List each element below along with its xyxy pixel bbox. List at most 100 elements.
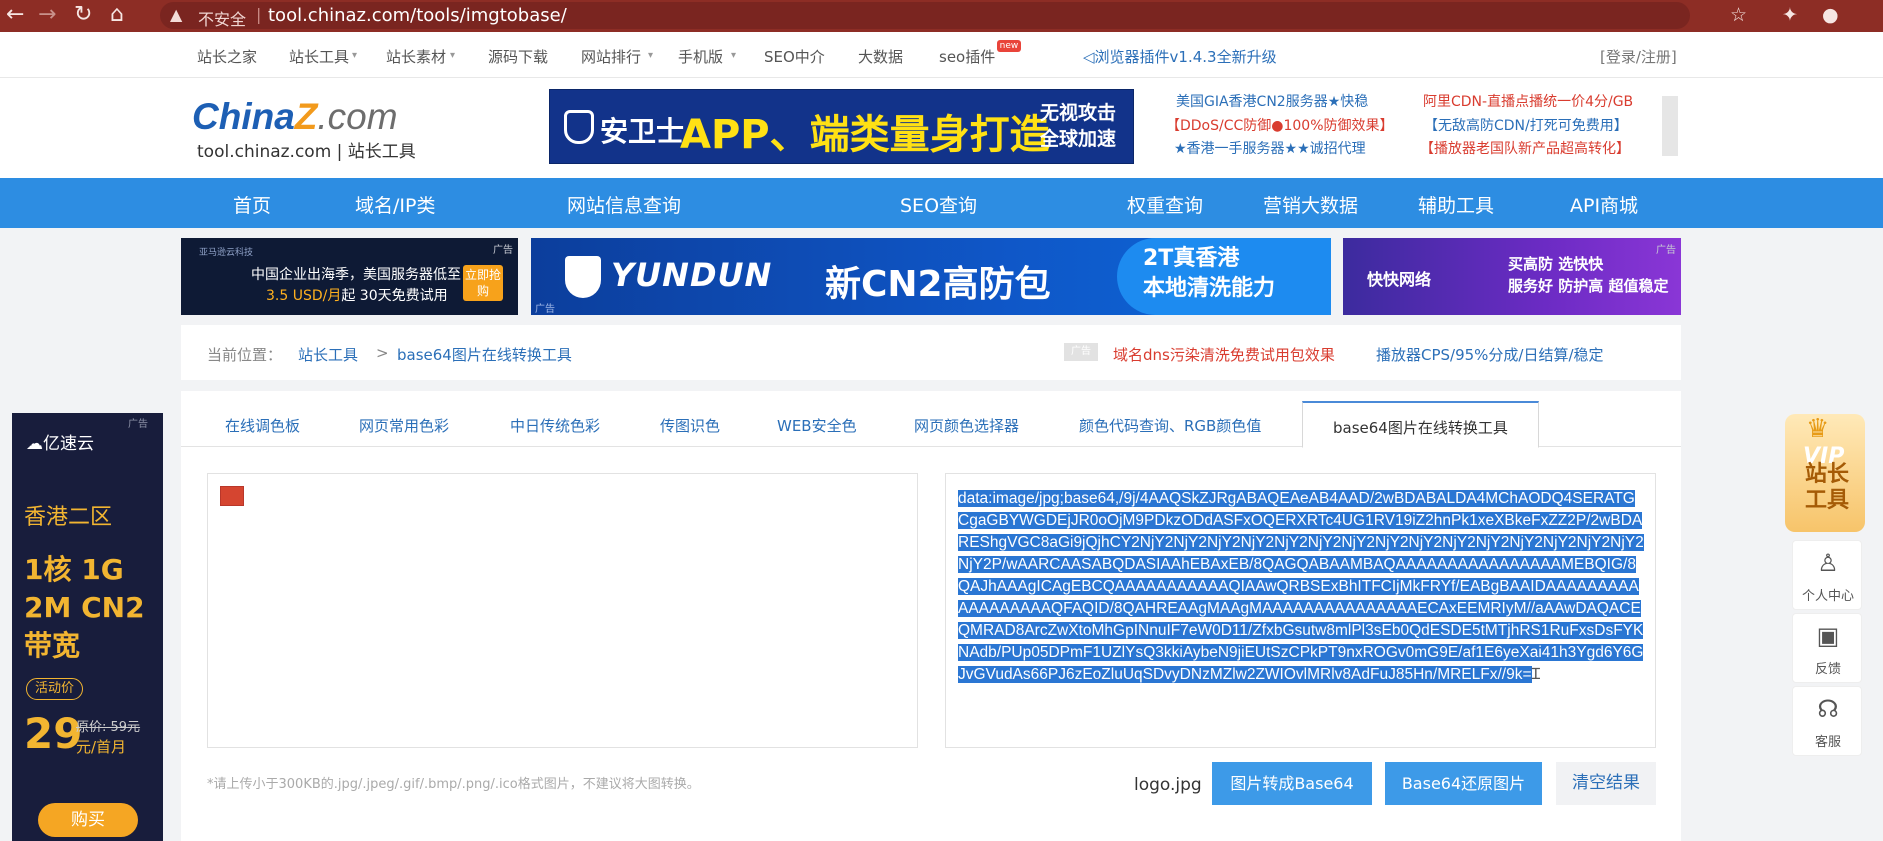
image-to-base64-button[interactable]: 图片转成Base64 bbox=[1212, 762, 1372, 805]
feedback-label: 反馈 bbox=[1814, 662, 1841, 677]
side-ad-yisuyun[interactable]: ☁亿速云 广告 香港二区 1核 1G 2M CN2带宽 活动价 29 原价: 5… bbox=[12, 413, 163, 841]
breadcrumb-home-link[interactable]: 站长工具 bbox=[298, 344, 358, 365]
extension-icon[interactable]: ✦ bbox=[1782, 4, 1798, 26]
ad-buy-button[interactable]: 立即抢购 bbox=[463, 265, 503, 301]
ad-original-price: 原价: 59元 bbox=[76, 720, 141, 735]
ad-buy-button[interactable]: 购买 bbox=[38, 803, 138, 837]
text-ad-link[interactable]: 阿里CDN-直播点播统一价4分/GB bbox=[1423, 91, 1633, 111]
tab-color-selector[interactable]: 网页颜色选择器 bbox=[914, 415, 1019, 436]
browser-toolbar: ← → ↻ ⌂ ▲ 不安全 | tool.chinaz.com/tools/im… bbox=[0, 0, 1883, 32]
vip-badge[interactable]: ♛ VIP 站长工具 bbox=[1785, 414, 1865, 532]
feedback-button[interactable]: ▣ 反馈 bbox=[1792, 613, 1862, 683]
topbar-item-ranking[interactable]: 网站排行 bbox=[581, 46, 641, 67]
topbar-item-home[interactable]: 站长之家 bbox=[197, 46, 257, 67]
anweishi-banner-ad[interactable]: 安卫士 APP、端类量身打造 无视攻击 全球加速 bbox=[549, 89, 1134, 164]
vip-title: 站长工具 bbox=[1805, 462, 1850, 513]
home-icon[interactable]: ⌂ bbox=[110, 3, 124, 27]
breadcrumb-separator: > bbox=[376, 344, 389, 362]
bookmark-star-icon[interactable]: ☆ bbox=[1730, 4, 1747, 26]
user-icon: ♙ bbox=[1817, 549, 1839, 577]
new-badge: new bbox=[996, 40, 1022, 52]
tab-traditional-colors[interactable]: 中日传统色彩 bbox=[510, 415, 600, 436]
warning-icon: ▲ bbox=[170, 5, 183, 24]
topbar-item-source[interactable]: 源码下载 bbox=[488, 46, 548, 67]
ad-promo-pill: 活动价 bbox=[26, 678, 84, 700]
topbar-item-seo-agent[interactable]: SEO中介 bbox=[764, 46, 825, 67]
nav-item-seo[interactable]: SEO查询 bbox=[900, 191, 977, 218]
tab-base64-image[interactable]: base64图片在线转换工具 bbox=[1302, 401, 1539, 448]
reload-icon[interactable]: ↻ bbox=[74, 3, 92, 27]
url-separator: | bbox=[256, 5, 262, 24]
text-ad-link[interactable]: 【无敌高防CDN/打死可免费用】 bbox=[1424, 115, 1628, 135]
ad-side-text: 2T真香港 本地清洗能力 bbox=[1143, 246, 1276, 301]
crown-icon: ♛ bbox=[1806, 414, 1830, 444]
topbar-item-tools[interactable]: 站长工具 bbox=[289, 46, 349, 67]
nav-item-marketing-data[interactable]: 营销大数据 bbox=[1263, 191, 1358, 218]
aws-banner-ad[interactable]: 亚马逊云科技 广告 中国企业出海季，美国服务器低至 3.5 USD/月起 30天… bbox=[181, 238, 518, 315]
profile-icon[interactable]: ● bbox=[1822, 4, 1839, 26]
tab-color-palette[interactable]: 在线调色板 bbox=[225, 415, 300, 436]
text-ad-link[interactable]: ★香港一手服务器★★诚招代理 bbox=[1174, 138, 1366, 158]
ad-price-unit: 元/首月 bbox=[76, 738, 127, 756]
tab-image-color-picker[interactable]: 传图识色 bbox=[660, 415, 720, 436]
logo-subtitle: tool.chinaz.com | 站长工具 bbox=[197, 142, 416, 162]
chevron-down-icon: ▾ bbox=[450, 50, 456, 61]
topbar-item-seo-plugin[interactable]: seo插件 new bbox=[939, 40, 1022, 67]
text-ad-link[interactable]: 【播放器老国队新产品超高转化】 bbox=[1420, 138, 1630, 158]
image-upload-area[interactable] bbox=[207, 473, 918, 748]
text-ad-link[interactable]: 美国GIA香港CN2服务器★快稳 bbox=[1176, 91, 1368, 111]
user-center-label: 个人中心 bbox=[1801, 589, 1854, 604]
ad-spec: 1核 1G 2M CN2带宽 bbox=[24, 553, 145, 662]
nav-item-api-store[interactable]: API商城 bbox=[1570, 191, 1638, 218]
promo-link[interactable]: 域名dns污染清洗免费试用包效果 bbox=[1113, 344, 1335, 365]
base64-output-textarea[interactable]: data:image/jpg;base64,/9j/4AAQSkZJRgABAQ… bbox=[945, 473, 1656, 748]
base64-to-image-button[interactable]: Base64还原图片 bbox=[1385, 762, 1542, 805]
customer-service-button[interactable]: ☊ 客服 bbox=[1792, 686, 1862, 756]
ad-line: 中国企业出海季，美国服务器低至 bbox=[251, 267, 461, 283]
main-nav: 首页 域名/IP类 网站信息查询 SEO查询 权重查询 营销大数据 辅助工具 A… bbox=[0, 178, 1883, 228]
promo-link[interactable]: 播放器CPS/95%分成/日结算/稳定 bbox=[1376, 344, 1604, 365]
file-name: logo.jpg bbox=[1134, 775, 1202, 795]
chinaz-logo[interactable]: ChinaZ.com bbox=[192, 96, 398, 138]
tab-web-safe-colors[interactable]: WEB安全色 bbox=[777, 415, 857, 436]
login-register-link[interactable]: [登录/注册] bbox=[1600, 46, 1677, 67]
nav-item-aux-tools[interactable]: 辅助工具 bbox=[1418, 191, 1494, 218]
feedback-icon: ▣ bbox=[1816, 622, 1840, 650]
ad-scrollbar[interactable] bbox=[1662, 96, 1678, 156]
forward-icon[interactable]: → bbox=[38, 3, 56, 27]
topbar-item-bigdata[interactable]: 大数据 bbox=[858, 46, 903, 67]
ad-tag: 广告 bbox=[535, 304, 555, 315]
customer-service-label: 客服 bbox=[1814, 735, 1841, 750]
url-text[interactable]: tool.chinaz.com/tools/imgtobase/ bbox=[268, 5, 567, 26]
plugin-upgrade-link[interactable]: ◁浏览器插件v1.4.3全新升级 bbox=[1083, 46, 1277, 67]
yundun-banner-ad[interactable]: YUNDUN 新CN2高防包 2T真香港 本地清洗能力 广告 bbox=[531, 238, 1331, 315]
back-icon[interactable]: ← bbox=[6, 3, 24, 27]
text-ad-link[interactable]: 【DDoS/CC防御●100%防御效果】 bbox=[1166, 115, 1394, 135]
user-center-button[interactable]: ♙ 个人中心 bbox=[1792, 540, 1862, 610]
cloud-icon: ☁ bbox=[26, 434, 43, 454]
topbar-item-assets[interactable]: 站长素材 bbox=[386, 46, 446, 67]
ad-brand: 亚马逊云科技 bbox=[199, 248, 254, 258]
ad-region: 香港二区 bbox=[24, 505, 113, 530]
nav-item-home[interactable]: 首页 bbox=[233, 191, 271, 218]
nav-item-domain-ip[interactable]: 域名/IP类 bbox=[355, 191, 435, 218]
banner-brand: 安卫士 bbox=[600, 115, 685, 148]
shield-icon bbox=[564, 110, 594, 144]
tab-web-colors[interactable]: 网页常用色彩 bbox=[359, 415, 449, 436]
address-bar[interactable]: ▲ 不安全 | tool.chinaz.com/tools/imgtobase/ bbox=[160, 2, 1690, 29]
chevron-down-icon: ▾ bbox=[352, 50, 358, 61]
ad-title: 新CN2高防包 bbox=[825, 264, 1051, 305]
text-cursor-icon: Ɪ bbox=[1531, 666, 1541, 683]
headset-icon: ☊ bbox=[1817, 695, 1839, 723]
upload-hint: *请上传小于300KB的.jpg/.jpeg/.gif/.bmp/.png/.i… bbox=[207, 777, 700, 792]
tab-rgb-lookup[interactable]: 颜色代码查询、RGB颜色值 bbox=[1079, 415, 1261, 436]
kuaikuai-banner-ad[interactable]: 广告 快快网络 买高防 选快快 服务好 防护高 超值稳定 bbox=[1343, 238, 1681, 315]
base64-output-text[interactable]: data:image/jpg;base64,/9j/4AAQSkZJRgABAQ… bbox=[958, 488, 1644, 686]
insecure-label[interactable]: 不安全 bbox=[198, 6, 246, 30]
ad-brand: YUNDUN bbox=[611, 256, 773, 294]
breadcrumb-current[interactable]: base64图片在线转换工具 bbox=[397, 344, 572, 365]
clear-result-button[interactable]: 清空结果 bbox=[1556, 762, 1656, 805]
nav-item-site-info[interactable]: 网站信息查询 bbox=[567, 191, 681, 218]
topbar-item-mobile[interactable]: 手机版 bbox=[678, 46, 723, 67]
nav-item-weight[interactable]: 权重查询 bbox=[1127, 191, 1203, 218]
